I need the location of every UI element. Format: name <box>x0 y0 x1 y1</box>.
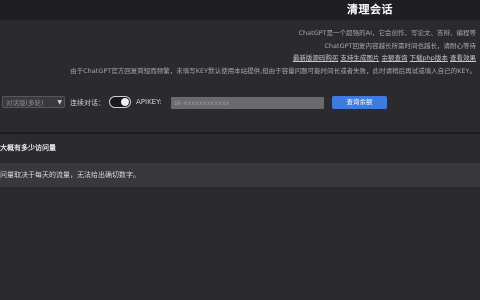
info-line-4: 由于ChatGPT官方回复简短而频繁，未填写KEY默认使用本站提供,但由于容量问… <box>70 66 476 75</box>
mode-select-value: 对话版(多轮) <box>6 99 44 107</box>
controls-row: 对话版(多轮) ▼ 连续对话： APIKEY: sk-xxxxxxxxxxxx … <box>0 95 480 111</box>
link-balance[interactable]: 余额查询 <box>381 54 407 62</box>
query-balance-button[interactable]: 查询余额 <box>332 96 387 109</box>
chevron-down-icon: ▼ <box>57 99 62 106</box>
continuous-toggle[interactable] <box>109 96 131 108</box>
toggle-knob <box>121 98 129 106</box>
link-image-gen[interactable]: 支持生成图片 <box>340 54 379 62</box>
mode-select[interactable]: 对话版(多轮) ▼ <box>2 96 65 108</box>
apikey-input[interactable]: sk-xxxxxxxxxxxx <box>171 97 324 109</box>
info-links: 最新版源码购买 支持生成图片 余额查询 下载php版本 查看效果 <box>70 52 476 65</box>
info-line-2: ChatGPT回复内容越长所需时间也越长，请耐心等待 <box>324 41 476 50</box>
apikey-label: APIKEY: <box>136 98 162 106</box>
top-bar: 清理会话 <box>0 0 480 20</box>
link-view-demo[interactable]: 查看效果 <box>450 54 476 62</box>
answer-row: 问量取决于每天的流量，无法给出确切数字。 <box>0 163 480 187</box>
continuous-label: 连续对话： <box>70 99 105 107</box>
question-row: 大概有多少访问量 <box>0 144 56 152</box>
link-download-php[interactable]: 下载php版本 <box>410 54 448 62</box>
info-line-1: ChatGPT是一个超强的AI，它会创作、写论文、答辩、编程等 <box>298 29 476 37</box>
clear-session-title[interactable]: 清理会话 <box>347 1 393 17</box>
info-panel: ChatGPT是一个超强的AI，它会创作、写论文、答辩、编程等 ChatGPT回… <box>70 27 476 77</box>
link-buy-source[interactable]: 最新版源码购买 <box>293 54 339 62</box>
divider <box>0 132 480 134</box>
